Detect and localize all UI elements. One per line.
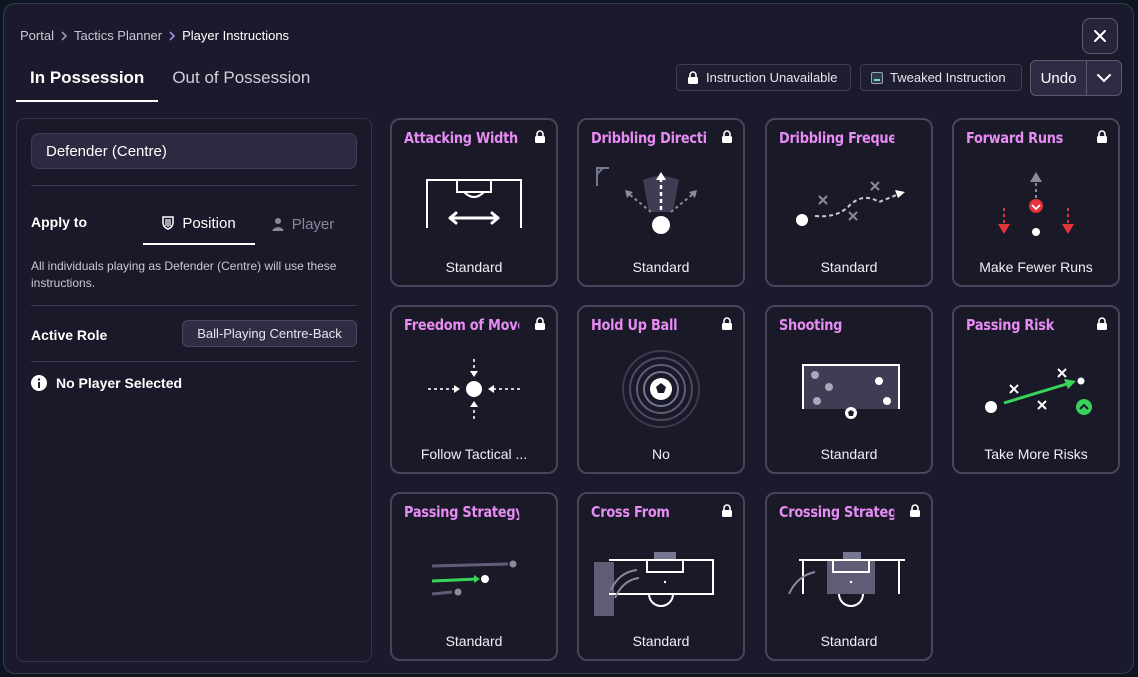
forward-runs-diagram	[998, 172, 1074, 236]
info-icon	[31, 375, 47, 391]
apply-to-label: Apply to	[31, 214, 87, 230]
active-role-value[interactable]: Ball-Playing Centre-Back	[182, 320, 357, 347]
active-role-label: Active Role	[31, 327, 108, 343]
instruction-card-dribbling-direction[interactable]: Dribbling Direction Standard	[577, 118, 745, 287]
close-button[interactable]	[1082, 18, 1118, 54]
instruction-card-dribbling-frequency[interactable]: Dribbling Frequency Standard	[765, 118, 933, 287]
breadcrumb-portal[interactable]: Portal	[20, 28, 54, 43]
no-player-selected: No Player Selected	[31, 375, 182, 391]
passing-strategy-diagram	[431, 560, 517, 596]
tweaked-icon	[871, 71, 883, 84]
cross-from-diagram	[594, 552, 714, 616]
card-title: Hold Up Ball	[591, 316, 678, 334]
tab-in-possession[interactable]: In Possession	[16, 64, 159, 102]
chevron-right-icon	[168, 30, 176, 41]
tab-out-of-possession[interactable]: Out of Possession	[158, 64, 324, 102]
passing-risk-diagram	[985, 368, 1092, 415]
instruction-card-passing-risk[interactable]: Passing Risk Take More Risks	[952, 305, 1120, 474]
instruction-card-forward-runs[interactable]: Forward Runs Make Fewer Runs	[952, 118, 1120, 287]
card-value: Standard	[632, 633, 690, 649]
card-title: Forward Runs	[966, 129, 1064, 147]
instruction-card-freedom-of-movement[interactable]: Freedom of Movement Follow Tactical ...	[390, 305, 558, 474]
instruction-card-attacking-width[interactable]: Attacking Width Standard	[390, 118, 558, 287]
shooting-diagram	[802, 364, 900, 419]
crossing-strategy-diagram	[788, 552, 905, 607]
card-value: Standard	[820, 446, 878, 462]
breadcrumb: Portal Tactics Planner Player Instructio…	[20, 28, 289, 43]
card-title: Freedom of Movement	[404, 316, 519, 334]
person-icon	[272, 218, 284, 231]
card-value: Standard	[632, 259, 690, 275]
lock-icon	[722, 130, 732, 143]
divider	[31, 305, 357, 306]
hold-up-ball-diagram	[622, 350, 700, 428]
close-icon	[1094, 30, 1106, 42]
instruction-card-hold-up-ball[interactable]: Hold Up Ball No	[577, 305, 745, 474]
apply-to-position-tab[interactable]: Position	[143, 203, 255, 245]
undo-history-dropdown[interactable]	[1087, 61, 1121, 95]
dribbling-direction-diagram	[596, 167, 697, 234]
breadcrumb-player-instructions: Player Instructions	[182, 28, 290, 43]
card-value: Standard	[445, 633, 503, 649]
card-value: Follow Tactical ...	[420, 446, 528, 462]
instruction-card-cross-from[interactable]: Cross From Standard	[577, 492, 745, 661]
lock-icon	[1097, 130, 1107, 143]
instruction-card-shooting[interactable]: Shooting Standard	[765, 305, 933, 474]
card-title: Dribbling Direction	[591, 129, 706, 147]
freedom-of-movement-diagram	[428, 359, 520, 419]
divider	[31, 361, 357, 362]
possession-tabs: In Possession Out of Possession	[16, 64, 324, 102]
undo-button[interactable]: Undo	[1031, 61, 1087, 95]
legend-tweaked-instruction: Tweaked Instruction	[860, 64, 1022, 91]
player-instructions-window: Portal Tactics Planner Player Instructio…	[3, 3, 1134, 674]
lock-icon	[910, 504, 920, 517]
apply-to-description: All individuals playing as Defender (Cen…	[31, 259, 337, 290]
card-title: Crossing Strategy	[779, 503, 895, 521]
divider	[31, 185, 357, 186]
card-title: Passing Strategy	[404, 503, 520, 521]
lock-icon	[535, 317, 545, 330]
lock-icon	[688, 71, 698, 84]
card-title: Shooting	[779, 316, 843, 334]
position-select[interactable]: Defender (Centre)	[31, 133, 357, 169]
attacking-width-diagram	[426, 179, 522, 228]
lock-icon	[1097, 317, 1107, 330]
card-title: Attacking Width	[404, 129, 518, 147]
breadcrumb-tactics-planner[interactable]: Tactics Planner	[74, 28, 162, 43]
card-value: Take More Risks	[984, 446, 1088, 462]
card-title: Cross From	[591, 503, 670, 521]
instruction-card-crossing-strategy[interactable]: Crossing Strategy Standard	[765, 492, 933, 661]
chevron-right-icon	[60, 30, 68, 41]
undo-split-button: Undo	[1030, 60, 1122, 96]
card-value: Standard	[820, 259, 878, 275]
card-value: No	[652, 446, 670, 462]
dribbling-frequency-diagram	[796, 181, 905, 226]
lock-icon	[722, 504, 732, 517]
apply-to-player-tab[interactable]: Player	[265, 203, 341, 245]
legend-instruction-unavailable: Instruction Unavailable	[676, 64, 851, 91]
card-value: Standard	[820, 633, 878, 649]
lock-icon	[722, 317, 732, 330]
card-value: Standard	[445, 259, 503, 275]
sidebar-panel: Defender (Centre) Apply to Position Play…	[16, 118, 372, 662]
card-value: Make Fewer Runs	[979, 259, 1093, 275]
shield-icon	[162, 216, 175, 230]
card-title: Passing Risk	[966, 316, 1055, 334]
instruction-card-passing-strategy[interactable]: Passing Strategy Standard	[390, 492, 558, 661]
card-title: Dribbling Frequency	[779, 129, 894, 147]
chevron-down-icon	[1097, 74, 1111, 83]
lock-icon	[535, 130, 545, 143]
